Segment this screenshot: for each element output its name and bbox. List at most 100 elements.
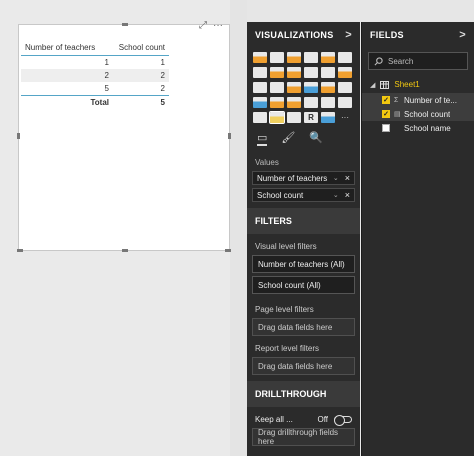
area-chart-icon[interactable] (270, 67, 284, 78)
resize-handle-bottom-right[interactable] (225, 249, 231, 252)
fields-tree: ◢ Sheet1 ✓ Σ Number of te... ✓ ▤ School count… (362, 70, 474, 135)
field-list: ✓ Σ Number of te... ✓ ▤ School count School na… (362, 93, 474, 135)
pane-header-strip (247, 0, 474, 22)
visual-level-filters-label: Visual level filters (255, 242, 317, 251)
resize-handle-bottom[interactable] (122, 249, 128, 252)
table-visual[interactable]: ⤢ ··· Number of teachers School count 1 … (17, 21, 231, 252)
values-label: Values (255, 158, 279, 167)
stacked-area-icon[interactable] (287, 67, 301, 78)
well-field-label: School count (257, 190, 304, 200)
visualizations-title: VISUALIZATIONS (255, 30, 334, 40)
drillthrough-drop-zone[interactable]: Drag drillthrough fields here (252, 428, 355, 446)
clustered-bar-icon[interactable] (287, 52, 301, 63)
100-column-icon[interactable] (338, 52, 352, 63)
card-icon[interactable] (304, 97, 318, 108)
waterfall-icon[interactable] (253, 82, 267, 93)
table-row: 2 2 (21, 69, 169, 82)
stacked-bar-icon[interactable] (253, 52, 267, 63)
remove-field-icon[interactable]: × (345, 190, 350, 200)
line-chart-icon[interactable] (253, 67, 267, 78)
filter-card-school-count[interactable]: School count (All) (252, 276, 355, 294)
donut-chart-icon[interactable] (304, 82, 318, 93)
multi-row-card-icon[interactable] (321, 97, 335, 108)
stacked-column-icon[interactable] (270, 52, 284, 63)
search-icon (374, 56, 383, 65)
map-icon[interactable] (338, 82, 352, 93)
field-checkbox[interactable]: ✓ (382, 110, 390, 118)
search-placeholder: Search (388, 56, 414, 66)
gauge-icon[interactable] (287, 97, 301, 108)
table-icon (380, 80, 390, 89)
page-filter-drop-zone[interactable]: Drag data fields here (252, 318, 355, 336)
visualizations-pane: VISUALIZATIONS > R ··· ▭ 🖌 🔍 Values Numbe… (247, 22, 360, 456)
matrix-icon[interactable] (287, 112, 301, 123)
well-field-label: Number of teachers (257, 173, 328, 183)
table-cell: 2 (160, 84, 165, 93)
table-name: Sheet1 (394, 80, 420, 89)
column-header-teachers[interactable]: Number of teachers (21, 43, 113, 52)
scatter-icon[interactable] (270, 82, 284, 93)
page-level-filters-label: Page level filters (255, 305, 314, 314)
table-total-row: Total 5 (21, 95, 169, 108)
resize-handle-top[interactable] (122, 23, 128, 26)
analytics-magnifier-icon[interactable]: 🔍 (309, 131, 323, 146)
fields-well-tab-icon[interactable]: ▭ (257, 131, 268, 146)
filter-card-teachers[interactable]: Number of teachers (All) (252, 255, 355, 273)
total-value: 5 (160, 97, 165, 107)
visual-header: ⤢ ··· (199, 21, 223, 31)
globe-icon[interactable] (321, 112, 335, 123)
field-item[interactable]: ✓ ▤ School count (362, 107, 474, 121)
fields-search-input[interactable]: Search (368, 52, 468, 70)
line-column-icon[interactable] (304, 67, 318, 78)
chevron-down-icon[interactable]: ⌄ (333, 191, 339, 199)
keep-all-label: Keep all ... (255, 415, 293, 424)
funnel-icon[interactable] (270, 97, 284, 108)
fields-title: FIELDS (370, 30, 404, 40)
line-stacked-column-icon[interactable] (321, 67, 335, 78)
table-row: 5 2 (21, 82, 169, 95)
more-options-icon[interactable]: ··· (213, 21, 223, 31)
collapse-visualizations-icon[interactable]: > (345, 29, 352, 41)
format-paint-roller-icon[interactable]: 🖌 (281, 131, 295, 146)
field-name: Number of te... (404, 95, 457, 105)
remove-field-icon[interactable]: × (345, 173, 350, 183)
toggle-switch-icon[interactable] (334, 415, 352, 426)
table-cell: 1 (160, 58, 165, 67)
table-icon[interactable] (269, 111, 285, 124)
100-bar-icon[interactable] (321, 52, 335, 63)
field-name: School count (404, 109, 451, 119)
calculated-field-icon: ▤ (394, 111, 401, 118)
kpi-icon[interactable] (338, 97, 352, 108)
sigma-icon: Σ (394, 96, 399, 104)
table-cell: 2 (104, 71, 109, 80)
field-item[interactable]: ✓ Σ Number of te... (362, 93, 474, 107)
report-filter-drop-zone[interactable]: Drag data fields here (252, 357, 355, 375)
field-checkbox[interactable]: ✓ (382, 96, 390, 104)
clustered-column-icon[interactable] (304, 52, 318, 63)
collapse-fields-icon[interactable]: > (459, 29, 466, 41)
pie-chart-icon[interactable] (287, 82, 301, 93)
keep-all-toggle[interactable]: Off (317, 415, 352, 426)
slicer-icon[interactable] (253, 112, 267, 123)
pane-tools: ▭ 🖌 🔍 (247, 123, 360, 146)
focus-mode-icon[interactable]: ⤢ (199, 21, 207, 31)
ribbon-chart-icon[interactable] (338, 67, 352, 78)
resize-handle-bottom-left[interactable] (17, 249, 23, 252)
resize-handle-left[interactable] (17, 133, 20, 139)
field-checkbox[interactable] (382, 124, 390, 132)
field-name: School name (404, 123, 451, 133)
table-node-sheet1[interactable]: ◢ Sheet1 (362, 76, 474, 93)
column-header-school-count[interactable]: School count (113, 43, 169, 52)
table-cell: 5 (104, 84, 109, 93)
more-visuals-icon[interactable]: ··· (338, 112, 352, 123)
values-well-item[interactable]: School count ⌄ × (252, 188, 355, 202)
filled-map-icon[interactable] (253, 97, 267, 108)
values-well-item[interactable]: Number of teachers ⌄ × (252, 171, 355, 185)
field-item[interactable]: School name (362, 121, 474, 135)
r-script-icon[interactable]: R (304, 112, 318, 123)
chevron-down-icon[interactable]: ⌄ (333, 174, 339, 182)
visual-type-gallery: R ··· (247, 48, 360, 124)
expand-triangle-icon[interactable]: ◢ (370, 81, 375, 89)
resize-handle-right[interactable] (228, 133, 231, 139)
treemap-icon[interactable] (321, 82, 335, 93)
